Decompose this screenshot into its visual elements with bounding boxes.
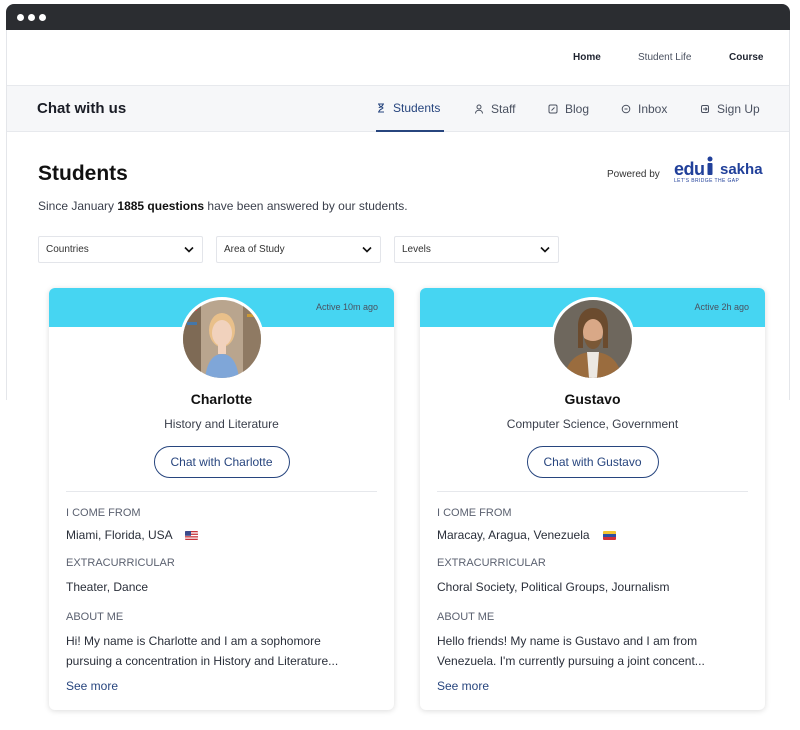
filter-label: Countries <box>46 244 89 255</box>
active-status: Active 10m ago <box>315 302 378 312</box>
logo-tagline: LET'S BRIDGE THE GAP <box>674 178 740 184</box>
venezuela-flag-icon <box>602 531 616 540</box>
tab-blog[interactable]: Blog <box>548 86 589 132</box>
tab-label: Inbox <box>638 102 668 116</box>
edusakha-logo[interactable]: edu sakha LET'S BRIDGE THE GAP <box>672 156 772 186</box>
avatar[interactable] <box>550 297 635 381</box>
area-of-study: Computer Science, Government <box>506 417 679 431</box>
hometown: Maracay, Aragua, Venezuela <box>437 528 616 542</box>
student-name: Charlotte <box>190 391 253 407</box>
tab-label: Staff <box>491 102 516 116</box>
tab-label: Sign Up <box>717 102 760 116</box>
tab-label: Blog <box>565 102 590 116</box>
window-dot-icon <box>17 14 24 21</box>
us-flag-icon <box>185 531 199 540</box>
logo-mark-icon <box>707 156 713 175</box>
about-line: pursuing a concentration in History and … <box>66 654 339 668</box>
extracurricular-label: EXTRACURRICULAR <box>66 557 175 569</box>
window-dot-icon <box>39 14 46 21</box>
about-text: Hello friends! My name is Gustavo and I … <box>437 631 752 671</box>
tab-staff[interactable]: Staff <box>474 86 515 132</box>
tab-label: Students <box>393 101 441 115</box>
filter-label: Area of Study <box>224 244 285 255</box>
area-of-study: History and Literature <box>164 417 279 431</box>
about-line: Venezuela. I'm currently pursuing a join… <box>437 654 705 668</box>
chevron-down-icon <box>354 237 380 262</box>
edit-icon <box>548 104 558 114</box>
hourglass-icon <box>378 103 384 113</box>
tab-inbox[interactable]: Inbox <box>621 86 667 132</box>
nav-course-link[interactable]: Course <box>729 52 763 63</box>
signin-icon <box>701 105 709 113</box>
area-of-study-filter[interactable]: Area of Study <box>216 236 381 263</box>
extracurricular-label: EXTRACURRICULAR <box>437 557 546 569</box>
summary-text: Since January <box>38 199 118 213</box>
student-name: Gustavo <box>564 391 621 407</box>
levels-filter[interactable]: Levels <box>394 236 559 263</box>
tab-students[interactable]: Students <box>376 86 444 132</box>
summary-text: have been answered by our students. <box>204 199 408 213</box>
about-line: Hello friends! My name is Gustavo and I … <box>437 634 698 648</box>
question-count: 1885 questions <box>117 199 205 213</box>
active-status: Active 2h ago <box>694 302 749 312</box>
extracurricular: Theater, Dance <box>66 580 149 594</box>
hometown-text: Miami, Florida, USA <box>66 528 173 542</box>
see-more-link[interactable]: See more <box>66 679 118 693</box>
hometown: Miami, Florida, USA <box>66 528 199 542</box>
divider <box>437 491 748 492</box>
chat-with-student-button[interactable]: Chat with Charlotte <box>153 446 290 478</box>
filter-label: Levels <box>402 244 431 255</box>
browser-title-bar <box>6 4 790 30</box>
chat-with-student-button[interactable]: Chat with Gustavo <box>526 446 659 478</box>
nav-home-link[interactable]: Home <box>573 52 601 63</box>
chat-title: Chat with us <box>37 100 127 117</box>
about-label: ABOUT ME <box>66 611 124 623</box>
logo-text: sakha <box>720 161 763 178</box>
countries-filter[interactable]: Countries <box>38 236 203 263</box>
from-label: I COME FROM <box>66 507 141 519</box>
student-photo <box>182 300 261 378</box>
nav-student-life-link[interactable]: Student Life <box>638 52 691 63</box>
about-text: Hi! My name is Charlotte and I am a soph… <box>66 631 381 671</box>
from-label: I COME FROM <box>437 507 512 519</box>
extracurricular: Choral Society, Political Groups, Journa… <box>437 580 670 594</box>
about-label: ABOUT ME <box>437 611 495 623</box>
person-icon <box>475 104 483 114</box>
chevron-down-icon <box>532 237 558 262</box>
student-card: Active 10m ago Charlotte History and Lit… <box>49 288 394 710</box>
questions-summary: Since January 1885 questions have been a… <box>38 199 408 213</box>
tab-sign-up[interactable]: Sign Up <box>700 86 760 132</box>
window-dot-icon <box>28 14 35 21</box>
chevron-down-icon <box>176 237 202 262</box>
about-line: Hi! My name is Charlotte and I am a soph… <box>66 634 321 648</box>
powered-by-label: Powered by <box>607 169 660 180</box>
avatar[interactable] <box>179 297 264 381</box>
divider <box>66 491 377 492</box>
chat-icon <box>621 104 631 114</box>
see-more-link[interactable]: See more <box>437 679 489 693</box>
logo-text: edu <box>674 159 705 179</box>
top-navigation: Home Student Life Course <box>7 30 789 85</box>
hometown-text: Maracay, Aragua, Venezuela <box>437 528 590 542</box>
chat-header-bar: Chat with us Students Staff Blog Inbox S… <box>7 85 789 132</box>
student-photo <box>553 300 632 378</box>
page-title: Students <box>38 162 128 185</box>
student-card: Active 2h ago Gustavo Computer Science, … <box>420 288 765 710</box>
